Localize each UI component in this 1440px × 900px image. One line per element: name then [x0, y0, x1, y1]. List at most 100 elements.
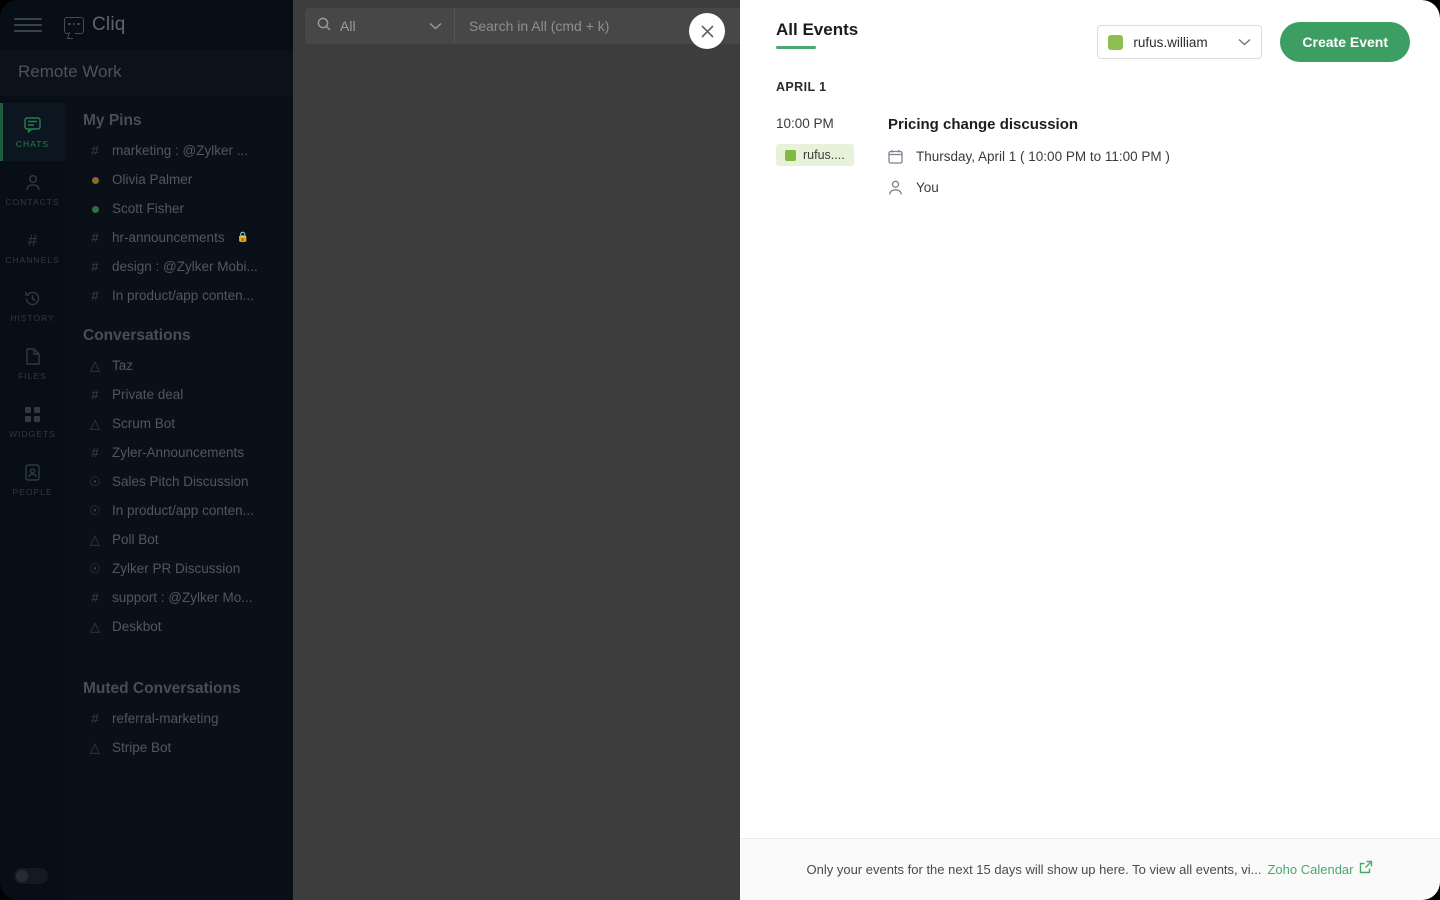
calendar-select[interactable]: rufus.william [1097, 25, 1263, 59]
search-icon [317, 17, 331, 36]
list-item-label: referral-marketing [112, 711, 219, 726]
list-item-label: Olivia Palmer [112, 172, 193, 187]
event-title: Pricing change discussion [888, 116, 1079, 133]
list-item-label: Stripe Bot [112, 740, 172, 755]
chip-label: rufus.... [803, 148, 845, 162]
search-scope-dropdown[interactable]: All [305, 8, 455, 44]
list-item-label: Taz [112, 358, 134, 373]
brand: Cliq [64, 14, 126, 36]
list-item-label: Zyler-Announcements [112, 445, 245, 460]
bot-icon: △ [90, 618, 100, 634]
panel-header: All Events rufus.william Create Event [740, 0, 1440, 62]
event-item[interactable]: 10:00 PM rufus.... Pricing change discus… [776, 116, 1404, 195]
event-attendee-row: You [888, 180, 1404, 195]
status-dot-away-icon [88, 172, 102, 187]
section-title: My Pins [83, 112, 142, 129]
panel-footer: Only your events for the next 15 days wi… [740, 838, 1440, 900]
list-item-label: Sales Pitch Discussion [112, 474, 249, 489]
list-item-label: marketing : @Zylker ... [112, 143, 248, 158]
file-icon [24, 348, 42, 366]
chat-icon [24, 116, 42, 134]
day-label: APRIL 1 [776, 80, 827, 94]
search-scope-label: All [340, 18, 356, 34]
hash-icon: # [91, 143, 99, 158]
sidebar-item-widgets[interactable]: WIDGETS [0, 393, 65, 451]
hash-icon: # [91, 445, 99, 460]
bot-icon: △ [90, 415, 100, 431]
footer-note: Only your events for the next 15 days wi… [806, 862, 1262, 877]
hash-icon: # [91, 711, 99, 726]
app-window: Cliq Remote Work 04:20:51 Hrs [0, 0, 1440, 900]
sidebar-item-label: CHATS [15, 138, 50, 149]
hash-icon: # [91, 230, 99, 245]
grid-icon [24, 406, 42, 424]
event-left-column: 10:00 PM rufus.... [776, 116, 888, 195]
event-time: 10:00 PM [776, 116, 834, 131]
hash-icon: # [91, 590, 99, 605]
sidebar-item-label: WIDGETS [9, 428, 56, 439]
list-item-label: Private deal [112, 387, 184, 402]
section-title: Conversations [83, 327, 191, 344]
zoho-calendar-link[interactable]: Zoho Calendar [1267, 862, 1353, 877]
all-events-panel: All Events rufus.william Create Event AP… [740, 0, 1440, 900]
sidebar-item-history[interactable]: HISTORY [0, 277, 65, 335]
create-event-button[interactable]: Create Event [1280, 22, 1410, 62]
event-date-row: Thursday, April 1 ( 10:00 PM to 11:00 PM… [888, 149, 1404, 164]
chevron-down-icon [1238, 33, 1251, 51]
list-item-label: design : @Zylker Mobi... [112, 259, 258, 274]
bot-icon: △ [90, 531, 100, 547]
sidebar-item-contacts[interactable]: CONTACTS [0, 161, 65, 219]
hash-icon: # [91, 259, 99, 274]
event-details: Pricing change discussion Thursday, Apri… [888, 116, 1404, 195]
bot-icon: △ [90, 357, 100, 373]
history-icon [24, 290, 42, 308]
person-icon [888, 180, 903, 195]
search-placeholder: Search in All (cmd + k) [469, 18, 610, 34]
sidebar-item-chats[interactable]: CHATS [0, 103, 65, 161]
event-date-text: Thursday, April 1 ( 10:00 PM to 11:00 PM… [916, 149, 1170, 164]
brand-name: Cliq [92, 14, 126, 35]
list-item-label: Scrum Bot [112, 416, 176, 431]
person-icon [24, 174, 42, 192]
lock-icon: 🔒 [236, 232, 250, 243]
hash-icon: # [27, 230, 38, 250]
close-icon[interactable] [689, 13, 725, 49]
list-item-label: Zylker PR Discussion [112, 561, 241, 576]
calendar-select-value: rufus.william [1133, 34, 1208, 50]
list-item-label: Deskbot [112, 619, 162, 634]
theme-toggle[interactable] [14, 868, 48, 884]
section-title: Muted Conversations [83, 680, 241, 697]
event-attendee-text: You [916, 180, 939, 195]
sidebar-item-channels[interactable]: # CHANNELS [0, 219, 65, 277]
external-link-icon[interactable] [1359, 860, 1373, 879]
event-calendar-chip: rufus.... [776, 144, 854, 166]
remote-work-label: Remote Work [18, 62, 122, 81]
page-title: All Events [776, 20, 859, 39]
list-item-label: support : @Zylker Mo... [112, 590, 253, 605]
cliq-bubble-icon [64, 16, 84, 34]
events-list: 10:00 PM rufus.... Pricing change discus… [740, 94, 1440, 838]
group-icon: ☉ [89, 560, 101, 576]
calendar-icon [888, 149, 903, 164]
list-item-label: Scott Fisher [112, 201, 185, 216]
sidebar-item-label: FILES [18, 370, 47, 381]
list-item-label: hr-announcements [112, 230, 225, 245]
list-item-label: In product/app conten... [112, 288, 254, 303]
status-dot-online-icon [88, 201, 102, 216]
group-icon: ☉ [89, 473, 101, 489]
sidebar-item-label: PEOPLE [12, 486, 53, 497]
sun-icon [16, 870, 28, 882]
hamburger-icon[interactable] [14, 18, 42, 32]
sidebar-item-label: CHANNELS [5, 254, 60, 265]
sidebar-item-label: CONTACTS [5, 196, 60, 207]
sidebar-item-people[interactable]: PEOPLE [0, 451, 65, 509]
bot-icon: △ [90, 739, 100, 755]
group-icon: ☉ [89, 502, 101, 518]
list-item-label: Poll Bot [112, 532, 159, 547]
sidebar-item-files[interactable]: FILES [0, 335, 65, 393]
hash-icon: # [91, 387, 99, 402]
sidebar-item-label: HISTORY [10, 312, 55, 323]
hash-icon: # [91, 288, 99, 303]
list-item-label: In product/app conten... [112, 503, 254, 518]
chip-color-swatch [785, 149, 796, 161]
